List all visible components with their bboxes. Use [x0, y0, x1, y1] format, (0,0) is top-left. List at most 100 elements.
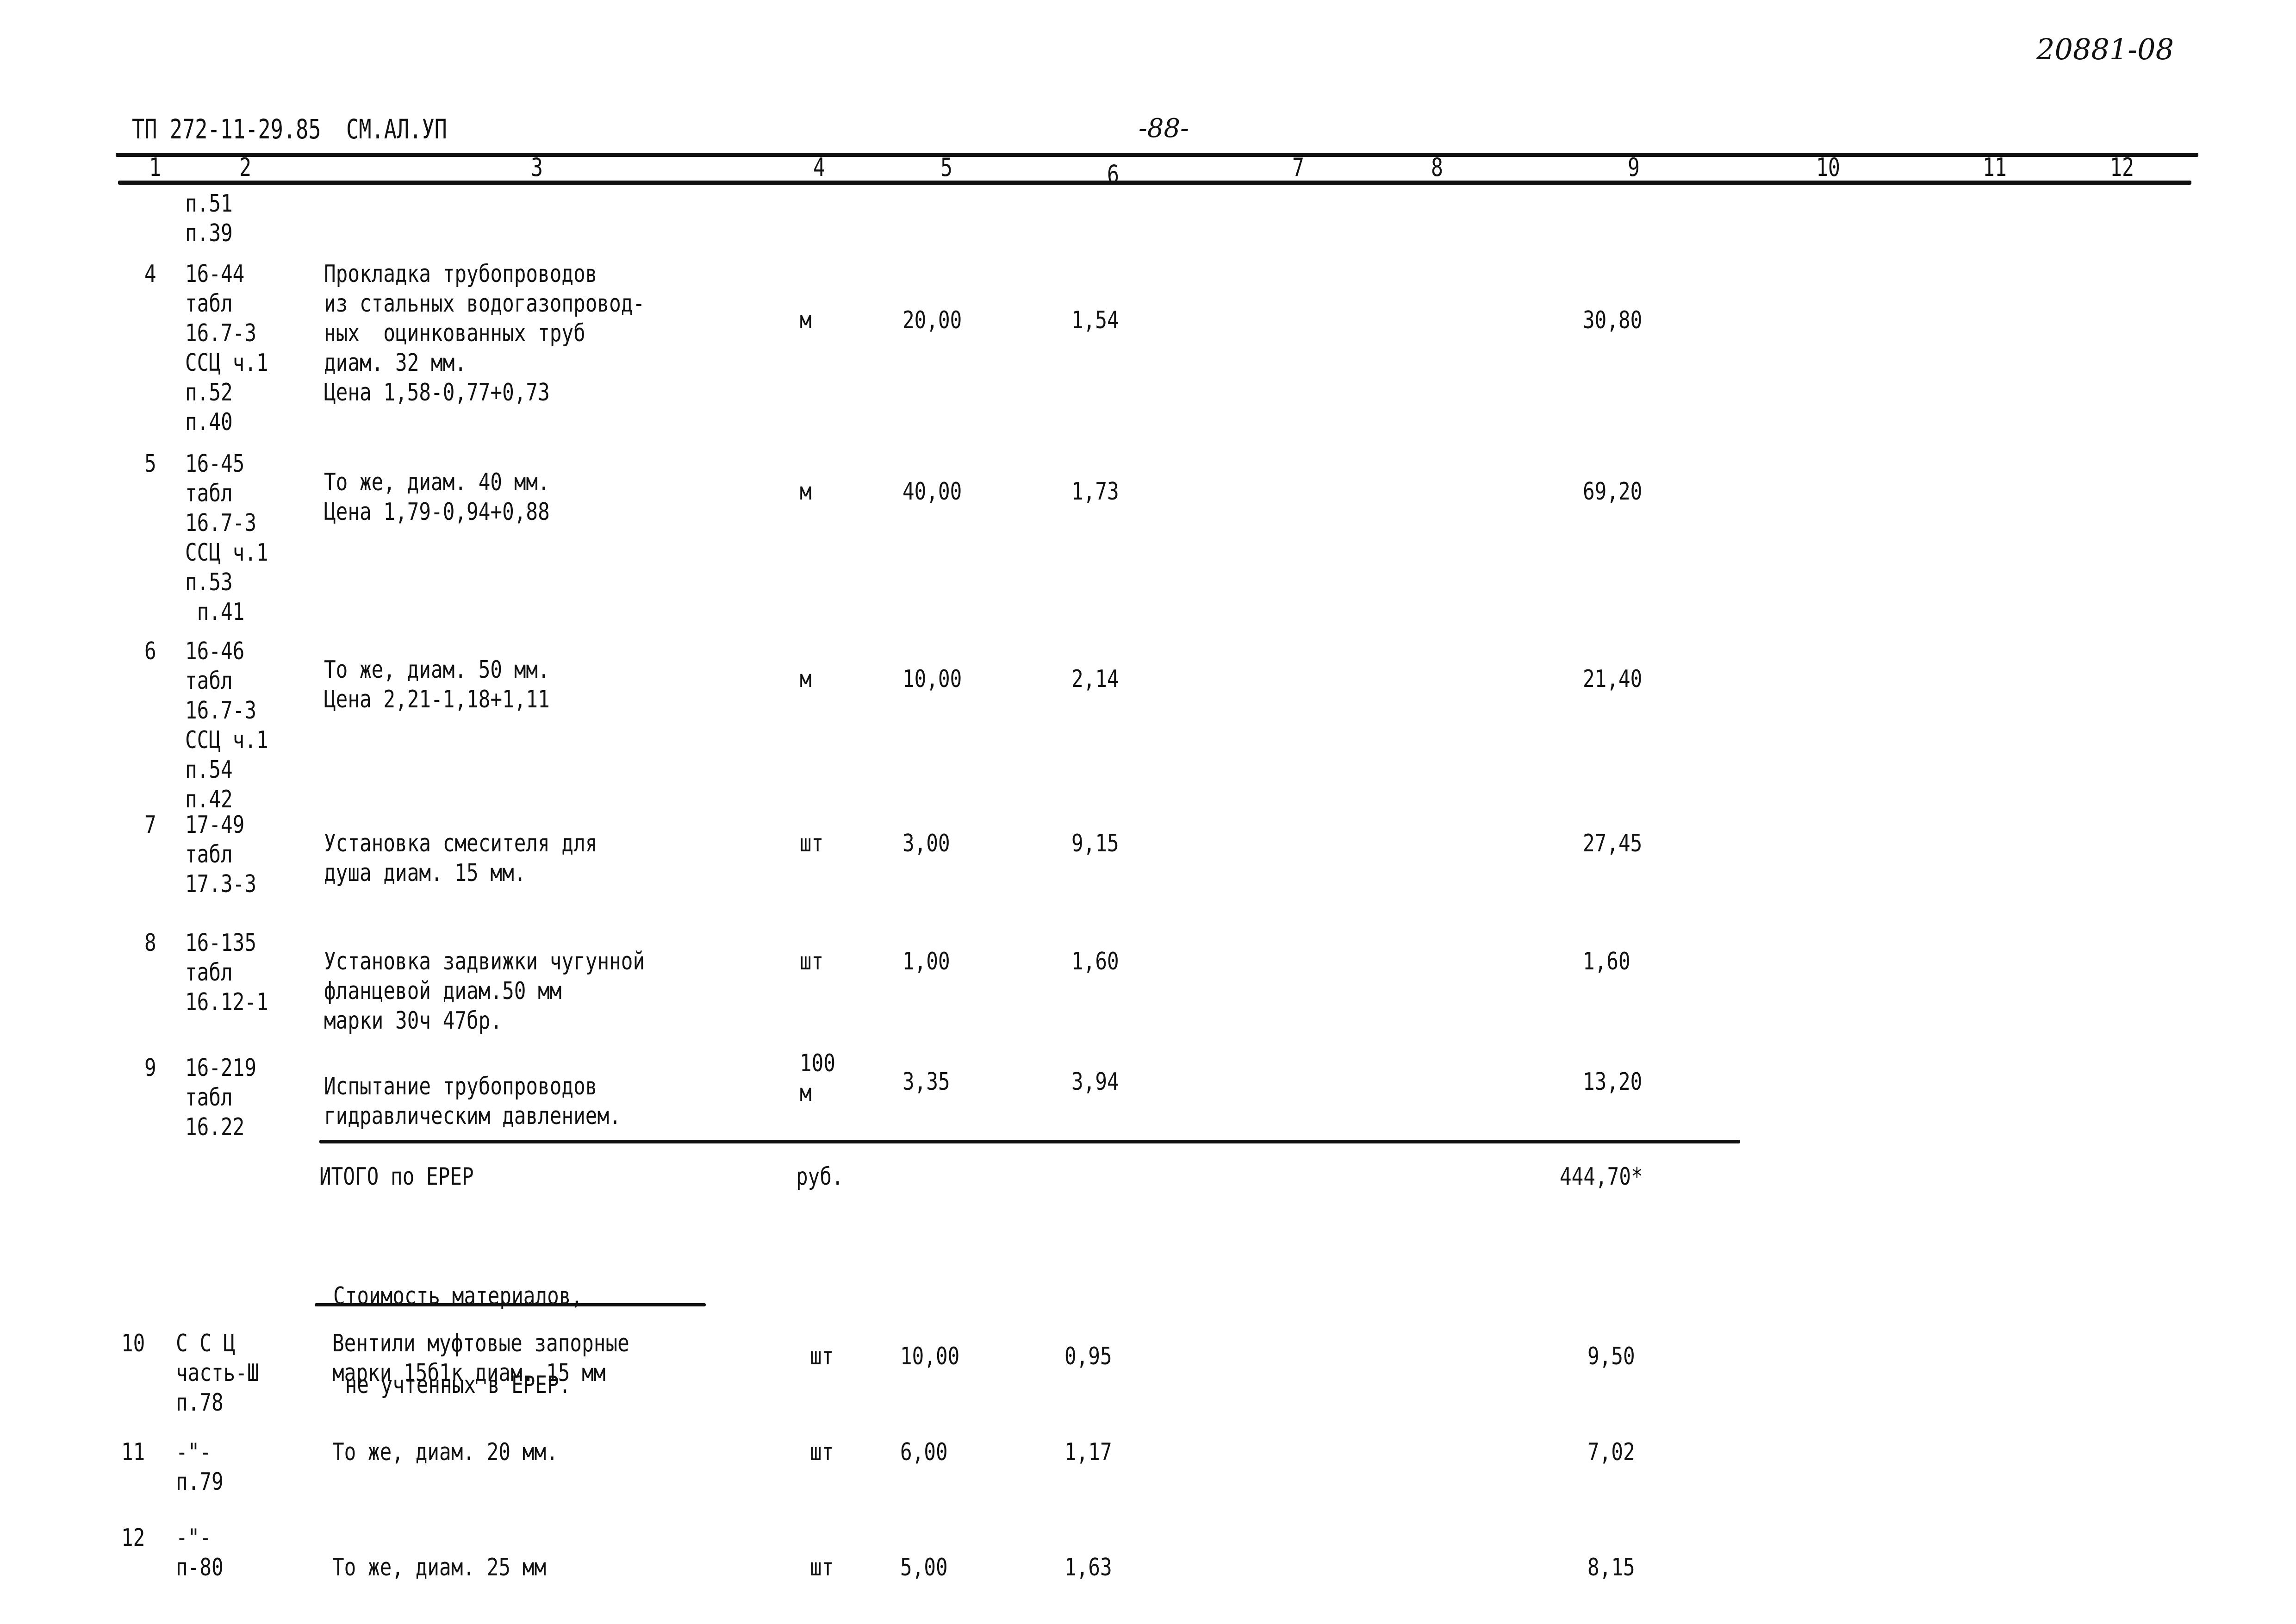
document-code: ТП 272-11-29.85 СМ.АЛ.УП: [132, 113, 447, 145]
row-basis-line: С С Ц: [176, 1330, 236, 1357]
column-number: 4: [813, 153, 825, 182]
row-number: 7: [144, 811, 156, 839]
row-unit: шт: [810, 1342, 834, 1371]
column-number: 12: [2109, 153, 2134, 182]
row-unit: шт: [810, 1437, 834, 1467]
row-basis: 16-219 табл 16.22: [185, 1053, 256, 1142]
row-basis-line: п.41: [185, 598, 245, 626]
row-basis-line: табл: [185, 1084, 233, 1112]
row-description: Прокладка трубопроводов из стальных водог…: [324, 259, 645, 407]
row-basis: -"- п-80: [176, 1523, 224, 1582]
column-number: 5: [940, 153, 952, 182]
row-basis: 16-45 табл 16.7-3 ССЦ ч.1 п.53 п.41: [185, 449, 268, 627]
row-number: 10: [121, 1330, 145, 1357]
row-unit-price: 1,17: [1064, 1438, 1112, 1466]
row-basis-line: табл: [185, 959, 233, 987]
row-description: То же, диам. 40 мм. Цена 1,79-0,94+0,88: [324, 468, 550, 527]
column-number: 1: [149, 153, 161, 182]
row-total: 27,45: [1583, 830, 1643, 857]
row-description-line: Цена 1,58-0,77+0,73: [324, 379, 550, 406]
row-basis: -"- п.79: [176, 1437, 224, 1497]
row-description-line: То же, диам. 20 мм.: [332, 1438, 558, 1466]
row-description-line: душа диам. 15 мм.: [324, 859, 526, 887]
column-number: 7: [1292, 153, 1304, 182]
row-basis-line: 16-135: [185, 929, 257, 957]
row-description: Установка задвижки чугунной фланцевой диа…: [324, 947, 645, 1036]
subtotal-label: ИТОГО по ЕРЕР: [319, 1163, 474, 1191]
row-total: 13,20: [1583, 1068, 1643, 1096]
table-top-rule: [116, 153, 2198, 157]
row-description-line: То же, диам. 50 мм.: [324, 656, 550, 684]
row-unit-line: [810, 1523, 834, 1553]
row-unit-line: шт: [800, 830, 824, 857]
row-description-line: диам. 32 мм.: [324, 349, 467, 377]
row-basis-line: 16.7-3: [185, 509, 257, 537]
row-unit-line: м: [800, 665, 812, 693]
row-basis-line: часть-Ш: [176, 1359, 259, 1387]
row-quantity: 5,00: [900, 1554, 948, 1581]
row-basis-line: 16.7-3: [185, 697, 257, 725]
row-number: 9: [144, 1054, 156, 1082]
row-basis-line: п-80: [176, 1554, 224, 1581]
subtotal-total: 444,70*: [1560, 1163, 1643, 1191]
row-description-line: гидравлическим давлением.: [324, 1102, 621, 1130]
row-unit-line: шт: [810, 1554, 834, 1581]
row-quantity: 10,00: [902, 665, 962, 693]
row-basis-line: ССЦ ч.1: [185, 539, 268, 567]
row-description: Установка смесителя для душа диам. 15 мм.: [324, 829, 597, 888]
row-total: 21,40: [1583, 665, 1643, 693]
row-basis-line: п.52: [185, 379, 233, 406]
row-unit-line: шт: [810, 1438, 834, 1466]
row-description-line: Установка смесителя для: [324, 830, 597, 857]
row-basis: 17-49 табл 17.3-3: [185, 810, 256, 899]
row-unit-line: 100: [800, 1049, 836, 1077]
row-basis-line: 17.3-3: [185, 870, 257, 898]
row-description-line: То же, диам. 25 мм: [332, 1554, 547, 1581]
continuation-basis-line: п.39: [185, 219, 233, 247]
row-unit-line: шт: [800, 948, 824, 975]
row-number: 12: [121, 1524, 145, 1552]
row-basis-line: 16-219: [185, 1054, 257, 1082]
subtotal-rule: [319, 1140, 1740, 1143]
row-unit-price: 1,63: [1064, 1554, 1112, 1581]
row-basis: 16-135 табл 16.12-1: [185, 928, 268, 1017]
row-unit: шт: [810, 1523, 834, 1582]
row-quantity: 6,00: [900, 1438, 948, 1466]
row-description-line: [332, 1523, 546, 1553]
row-basis-line: 16-46: [185, 637, 245, 665]
row-description-line: фланцевой диам.50 мм: [324, 977, 562, 1005]
row-total: 7,02: [1587, 1438, 1635, 1466]
row-unit: м: [800, 664, 812, 694]
column-number: 2: [239, 153, 251, 182]
row-unit-line: шт: [810, 1343, 834, 1370]
materials-heading-rule: [315, 1303, 706, 1306]
row-basis-line: табл: [185, 841, 233, 868]
row-basis-line: п.54: [185, 756, 233, 784]
row-total: 30,80: [1583, 306, 1643, 334]
materials-heading-line: не учтенных в ЕРЕР.: [333, 1371, 571, 1399]
row-unit-price: 0,95: [1064, 1343, 1112, 1370]
row-quantity: 3,00: [902, 830, 950, 857]
row-unit-line: м: [800, 478, 812, 506]
row-description: То же, диам. 50 мм. Цена 2,21-1,18+1,11: [324, 655, 550, 714]
row-unit-price: 9,15: [1071, 830, 1119, 857]
row-unit-price: 1,60: [1071, 948, 1119, 975]
row-number: 11: [121, 1438, 145, 1466]
continuation-basis-line: п.51: [185, 190, 233, 218]
row-quantity: 10,00: [900, 1343, 960, 1370]
row-unit: м: [800, 477, 812, 506]
row-description-line: ных оцинкованных труб: [324, 319, 585, 347]
continuation-basis: п.51 п.39: [185, 189, 233, 248]
row-basis: 16-46 табл 16.7-3 ССЦ ч.1 п.54 п.42: [185, 637, 268, 814]
table-header-rule: [118, 181, 2191, 185]
row-basis: 16-44 табл 16.7-3 ССЦ ч.1 п.52 п.40: [185, 259, 268, 437]
row-basis-line: 16.22: [185, 1113, 245, 1141]
row-basis-line: п.78: [176, 1389, 224, 1417]
row-basis-line: табл: [185, 480, 233, 507]
row-unit-price: 3,94: [1071, 1068, 1119, 1096]
row-total: 1,60: [1583, 948, 1630, 975]
row-quantity: 1,00: [902, 948, 950, 975]
materials-heading-line: Стоимость материалов,: [333, 1282, 583, 1310]
column-number: 11: [1982, 153, 2007, 182]
row-number: 8: [144, 929, 156, 957]
